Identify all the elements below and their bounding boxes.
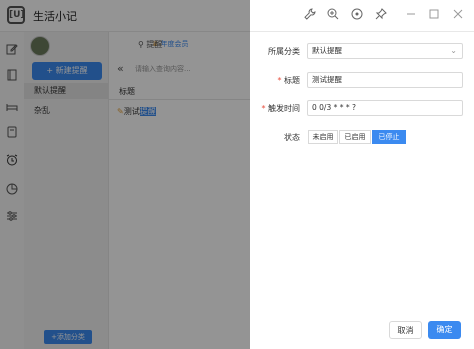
trigger-field-label-text: 触发时间 bbox=[268, 104, 300, 113]
target-icon[interactable] bbox=[350, 8, 364, 22]
category-field-label: 所属分类 bbox=[268, 47, 300, 56]
modal-overlay[interactable] bbox=[0, 0, 250, 349]
edit-drawer: 所属分类 默认提醒 ⌄ * 标题 测试提醒 * 触发时间 0 0/3 * * *… bbox=[250, 32, 474, 349]
status-option-selected[interactable]: 已停止 bbox=[372, 130, 406, 144]
status-option[interactable]: 已启用 bbox=[339, 130, 371, 144]
title-input[interactable]: 测试提醒 bbox=[307, 72, 463, 88]
confirm-button[interactable]: 确定 bbox=[428, 321, 461, 339]
required-mark: * bbox=[277, 76, 282, 85]
trigger-field-label: * 触发时间 bbox=[250, 103, 300, 114]
category-select[interactable]: 默认提醒 ⌄ bbox=[307, 43, 463, 59]
title-field-label-text: 标题 bbox=[284, 76, 300, 85]
minimize-icon[interactable] bbox=[404, 8, 418, 22]
cancel-button[interactable]: 取消 bbox=[389, 321, 422, 339]
title-field-label: * 标题 bbox=[250, 75, 300, 86]
status-field-label: 状态 bbox=[284, 133, 300, 142]
trigger-time-input[interactable]: 0 0/3 * * * ? bbox=[307, 100, 463, 116]
maximize-icon[interactable] bbox=[427, 8, 441, 22]
pin-icon[interactable] bbox=[374, 8, 388, 22]
required-mark: * bbox=[261, 104, 266, 113]
chevron-down-icon: ⌄ bbox=[450, 46, 457, 55]
close-icon[interactable] bbox=[451, 8, 465, 22]
wrench-icon[interactable] bbox=[303, 8, 317, 22]
zoom-in-icon[interactable] bbox=[326, 8, 340, 22]
status-option[interactable]: 未启用 bbox=[308, 130, 338, 144]
category-select-value: 默认提醒 bbox=[312, 46, 342, 55]
